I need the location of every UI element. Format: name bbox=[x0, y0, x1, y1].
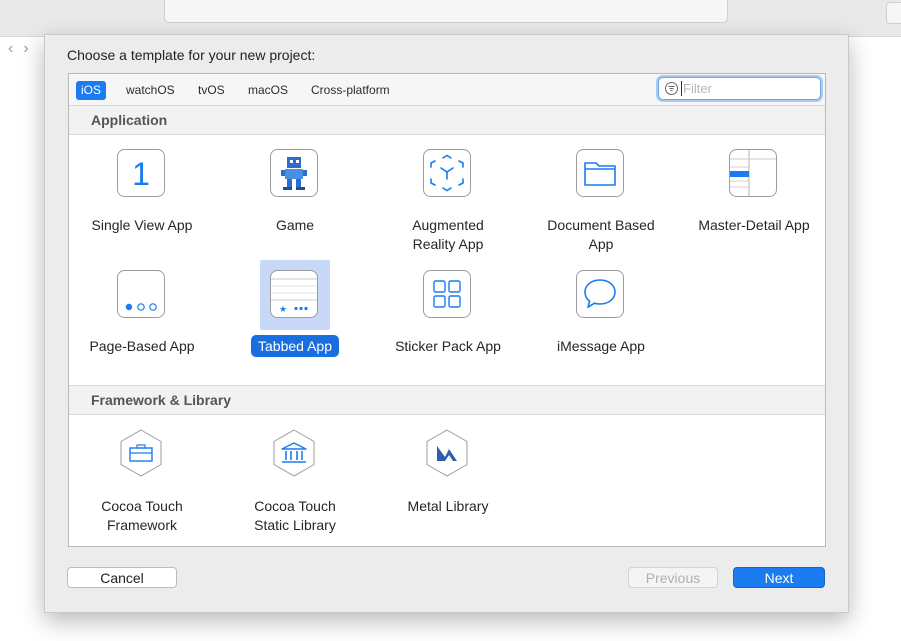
tab-watchos[interactable]: watchOS bbox=[121, 81, 180, 100]
item-label: Page-Based App bbox=[89, 338, 195, 354]
template-game[interactable]: Game bbox=[220, 149, 370, 233]
sheet-title: Choose a template for your new project: bbox=[67, 47, 316, 63]
template-single-view-app[interactable]: 1 Single View App bbox=[67, 149, 217, 233]
section-header-application: Application bbox=[69, 105, 825, 135]
template-document-based-app[interactable]: Document Based App bbox=[526, 149, 676, 252]
template-sticker-pack-app[interactable]: Sticker Pack App bbox=[373, 270, 523, 354]
single-view-icon: 1 bbox=[117, 149, 165, 197]
tab-ios[interactable]: iOS bbox=[76, 81, 107, 100]
speech-bubble-icon bbox=[576, 270, 624, 318]
template-metal-library[interactable]: Metal Library bbox=[373, 429, 523, 514]
sticker-grid-icon bbox=[423, 270, 471, 318]
section-header-framework-library: Framework & Library bbox=[69, 385, 825, 415]
background-nav-arrows: ‹› bbox=[8, 40, 39, 58]
filter-input[interactable] bbox=[683, 80, 813, 96]
platform-tabs: iOS watchOS tvOS macOS Cross-platform bbox=[69, 74, 825, 106]
game-icon bbox=[270, 149, 318, 197]
augmented-reality-icon bbox=[423, 149, 471, 197]
page-dots-icon bbox=[117, 270, 165, 318]
template-master-detail-app[interactable]: Master-Detail App bbox=[679, 149, 829, 233]
template-tabbed-app[interactable]: ★ Tabbed App bbox=[220, 260, 370, 357]
next-button[interactable]: Next bbox=[733, 567, 825, 588]
metal-icon bbox=[426, 429, 468, 477]
selected-label: Tabbed App bbox=[251, 335, 339, 357]
item-label: Cocoa Touch Framework bbox=[101, 498, 183, 533]
section-label: Application bbox=[91, 112, 168, 128]
item-label: Game bbox=[275, 217, 315, 233]
framework-toolbox-icon bbox=[120, 429, 162, 477]
background-toolbar-button bbox=[886, 2, 901, 24]
template-page-based-app[interactable]: Page-Based App bbox=[67, 270, 217, 354]
item-label: Sticker Pack App bbox=[395, 338, 501, 354]
template-imessage-app[interactable]: iMessage App bbox=[526, 270, 676, 354]
svg-text:1: 1 bbox=[132, 156, 150, 192]
tab-tvos[interactable]: tvOS bbox=[193, 81, 230, 100]
item-label: Document Based App bbox=[547, 217, 655, 252]
back-arrow-icon: ‹ bbox=[8, 40, 24, 57]
template-cocoa-touch-framework[interactable]: Cocoa Touch Framework bbox=[67, 429, 217, 533]
forward-arrow-icon: › bbox=[23, 40, 39, 57]
tab-macos[interactable]: macOS bbox=[243, 81, 293, 100]
item-label: iMessage App bbox=[557, 338, 645, 354]
item-label: Master-Detail App bbox=[698, 217, 810, 233]
section-label: Framework & Library bbox=[91, 392, 232, 408]
item-label: Single View App bbox=[91, 217, 193, 233]
cancel-button[interactable]: Cancel bbox=[67, 567, 177, 588]
item-label: Metal Library bbox=[407, 498, 489, 514]
previous-button[interactable]: Previous bbox=[628, 567, 718, 588]
text-caret bbox=[681, 81, 682, 96]
template-panel: iOS watchOS tvOS macOS Cross-platform Ap… bbox=[68, 73, 826, 547]
tab-bar-icon: ★ bbox=[270, 270, 318, 318]
background-activity-bar bbox=[164, 0, 728, 23]
template-augmented-reality-app[interactable]: Augmented Reality App bbox=[373, 149, 523, 252]
template-cocoa-touch-static-library[interactable]: Cocoa Touch Static Library bbox=[220, 429, 370, 533]
folder-icon bbox=[576, 149, 624, 197]
library-building-icon bbox=[273, 429, 315, 477]
filter-icon bbox=[665, 82, 678, 95]
filter-field[interactable] bbox=[658, 77, 821, 100]
new-project-sheet: Choose a template for your new project: … bbox=[44, 34, 849, 613]
item-label: Cocoa Touch Static Library bbox=[254, 498, 336, 533]
tab-cross-platform[interactable]: Cross-platform bbox=[306, 81, 395, 100]
master-detail-icon bbox=[729, 149, 777, 197]
item-label: Tabbed App bbox=[220, 335, 370, 357]
svg-text:★: ★ bbox=[279, 305, 287, 315]
item-label: Augmented Reality App bbox=[412, 217, 484, 252]
